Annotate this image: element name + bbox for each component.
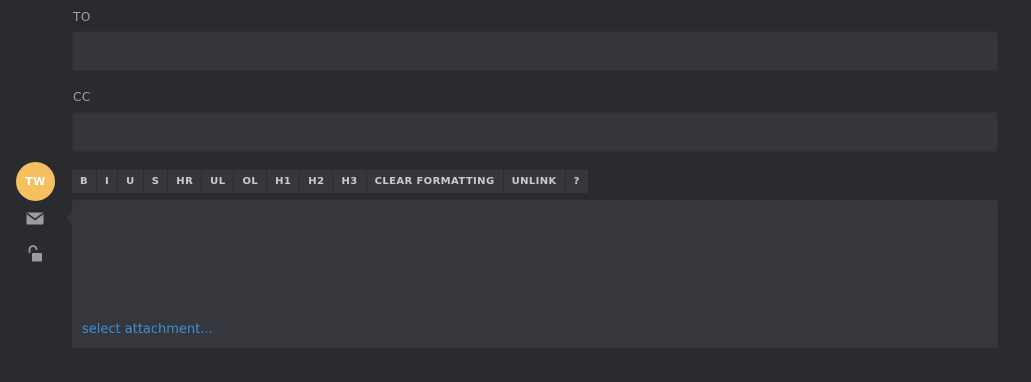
editor-pointer bbox=[66, 212, 72, 224]
message-editor[interactable]: select attachment... bbox=[66, 200, 998, 348]
unlock-icon[interactable] bbox=[25, 245, 45, 263]
envelope-icon[interactable] bbox=[25, 209, 45, 227]
compose-form: TO CC TW B I U S HR UL OL H1 H2 H3 CLEAR… bbox=[0, 0, 1031, 382]
help-button[interactable]: ? bbox=[565, 170, 588, 193]
strikethrough-button[interactable]: S bbox=[143, 170, 169, 193]
heading-2-button[interactable]: H2 bbox=[300, 170, 334, 193]
unlink-button[interactable]: UNLINK bbox=[503, 170, 566, 193]
to-input[interactable] bbox=[72, 31, 998, 71]
underline-button[interactable]: U bbox=[118, 170, 144, 193]
ordered-list-button[interactable]: OL bbox=[234, 170, 268, 193]
formatting-toolbar: B I U S HR UL OL H1 H2 H3 CLEAR FORMATTI… bbox=[72, 170, 588, 193]
heading-3-button[interactable]: H3 bbox=[333, 170, 367, 193]
italic-button[interactable]: I bbox=[97, 170, 119, 193]
sender-avatar[interactable]: TW bbox=[16, 162, 55, 201]
horizontal-rule-button[interactable]: HR bbox=[168, 170, 203, 193]
bold-button[interactable]: B bbox=[72, 170, 98, 193]
heading-1-button[interactable]: H1 bbox=[267, 170, 301, 193]
cc-input[interactable] bbox=[72, 112, 998, 152]
to-label: TO bbox=[73, 10, 91, 24]
unordered-list-button[interactable]: UL bbox=[202, 170, 235, 193]
select-attachment-link[interactable]: select attachment... bbox=[82, 322, 213, 337]
clear-formatting-button[interactable]: CLEAR FORMATTING bbox=[366, 170, 504, 193]
cc-label: CC bbox=[73, 90, 91, 104]
